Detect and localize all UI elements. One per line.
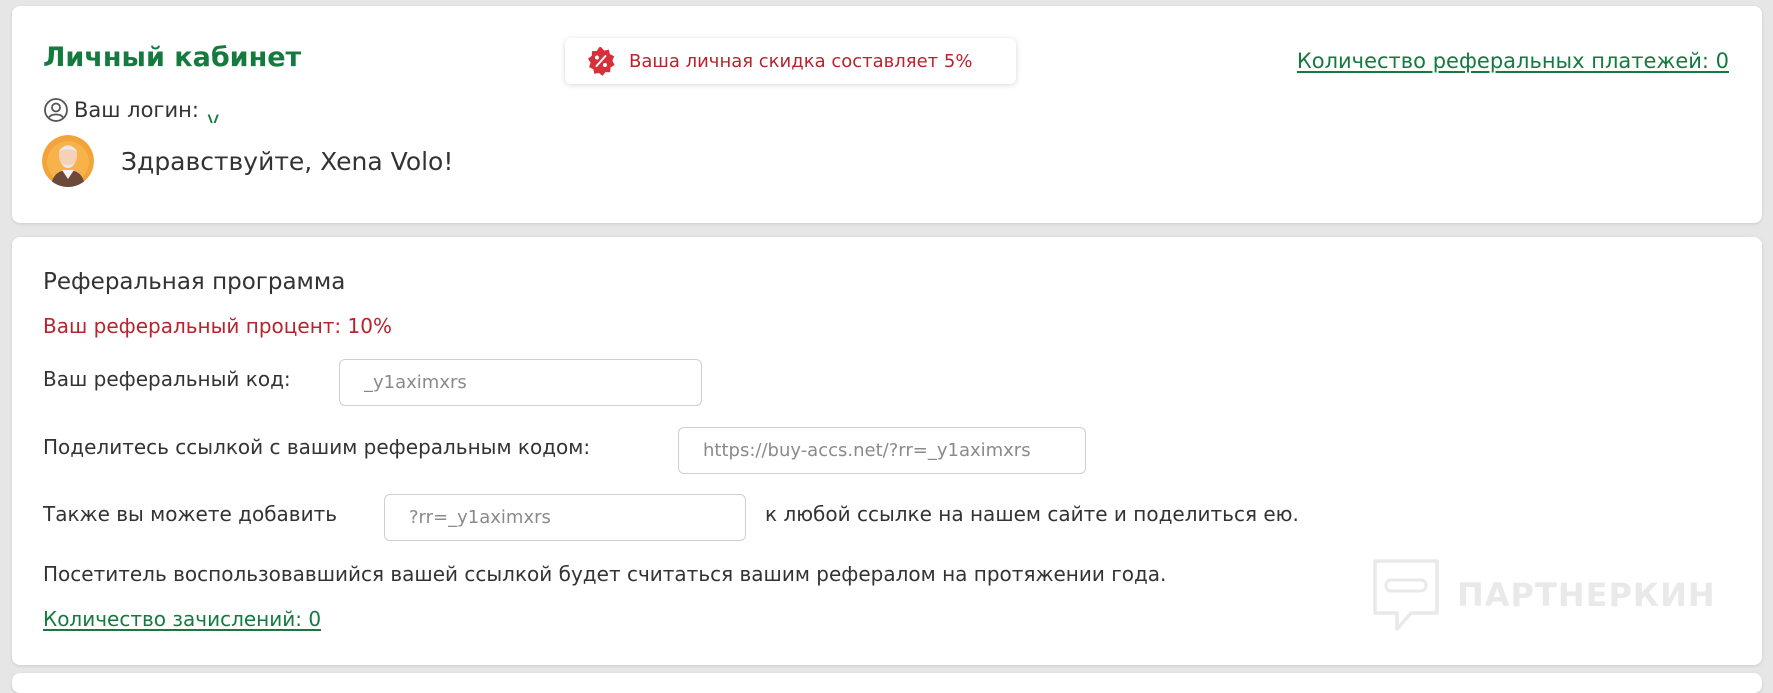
referral-param-label-before: Также вы можете добавить (43, 502, 338, 526)
discount-text: Ваша личная скидка составляет 5% (629, 50, 973, 72)
partnerkin-watermark: ПАРТНЕРКИН (1371, 557, 1716, 633)
referral-code-field[interactable] (339, 359, 702, 406)
account-header-card: Личный кабинет Ваша личная скидка состав… (12, 6, 1762, 223)
referral-percent-text: Ваш реферальный процент: 10% (43, 314, 392, 338)
next-card-edge (12, 673, 1762, 693)
user-circle-icon (44, 98, 68, 122)
login-row: Ваш логин: v (42, 96, 417, 124)
referral-section-title: Реферальная программа (43, 269, 346, 295)
login-value-masked: v (207, 97, 417, 123)
chat-bubble-icon (1373, 559, 1439, 631)
referral-visitor-note: Посетитель воспользовавшийся вашей ссылк… (43, 562, 1167, 586)
greeting-text: Здравствуйте, Xena Volo! (121, 147, 454, 176)
referral-link-label: Поделитесь ссылкой с вашим реферальным к… (43, 435, 591, 459)
avatar (42, 135, 94, 187)
watermark-text: ПАРТНЕРКИН (1457, 576, 1716, 614)
referral-payments-link[interactable]: Количество реферальных платежей: 0 (1297, 49, 1729, 73)
referral-program-card: Реферальная программа Ваш реферальный пр… (12, 237, 1762, 665)
login-value: v (206, 107, 220, 123)
percent-badge-icon (588, 47, 615, 76)
referral-param-label-after: к любой ссылке на нашем сайте и поделить… (765, 502, 1299, 526)
page-title: Личный кабинет (43, 42, 302, 73)
referral-code-label: Ваш реферальный код: (43, 367, 291, 391)
referral-param-field[interactable] (384, 494, 746, 541)
login-label: Ваш логин: (74, 98, 199, 122)
referral-link-field[interactable] (678, 427, 1086, 474)
credits-count-link[interactable]: Количество зачислений: 0 (43, 607, 321, 631)
discount-banner: Ваша личная скидка составляет 5% (565, 38, 1016, 84)
